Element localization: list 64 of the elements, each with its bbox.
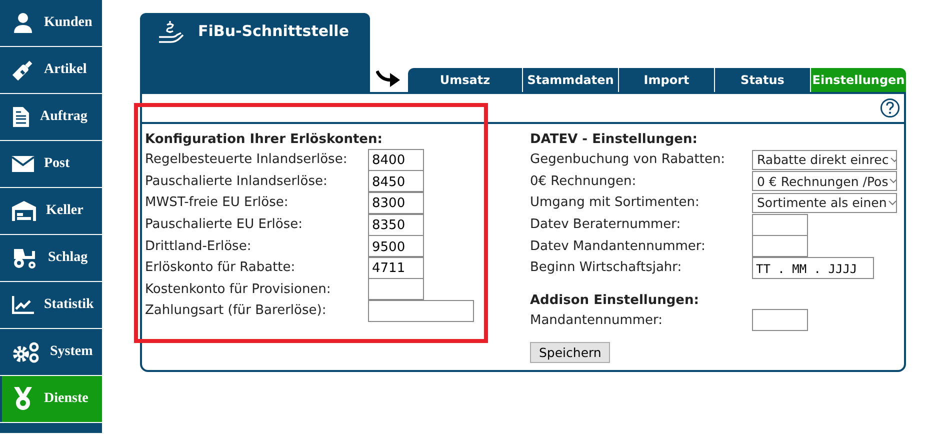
input-field[interactable]: 9500 bbox=[368, 235, 424, 258]
sidebar-item[interactable]: Statistik bbox=[0, 282, 102, 328]
dropdown[interactable]: 0 € Rechnungen /Pos bbox=[752, 171, 897, 192]
person-icon bbox=[12, 12, 34, 34]
bottle-icon bbox=[12, 59, 34, 81]
input-field[interactable]: 8450 bbox=[368, 170, 424, 192]
tab[interactable]: Einstellungen bbox=[810, 68, 906, 92]
sidebar-item[interactable]: Schlag bbox=[0, 235, 102, 281]
chevron-down-icon bbox=[888, 200, 896, 206]
dropdown[interactable]: Sortimente als einen bbox=[752, 192, 897, 213]
sidebar-item[interactable]: System bbox=[0, 329, 102, 375]
field-label: MWST-freie EU Erlöse: bbox=[145, 195, 290, 210]
panel-title: FiBu-Schnittstelle bbox=[198, 22, 349, 40]
field-label: Gegenbuchung von Rabatten: bbox=[530, 152, 726, 168]
sidebar-item[interactable]: Artikel bbox=[0, 47, 102, 93]
field-label: Erlöskonto für Rabatte: bbox=[145, 260, 296, 276]
tab[interactable]: Status bbox=[714, 68, 810, 92]
field-label: Zahlungsart (für Barerlöse): bbox=[145, 303, 328, 318]
curved-arrow-icon bbox=[376, 69, 402, 89]
section-heading: Konfiguration Ihrer Erlöskonten: bbox=[145, 131, 384, 149]
input-field[interactable]: 8350 bbox=[368, 214, 424, 236]
document-icon bbox=[12, 106, 30, 128]
field-label: Beginn Wirtschaftsjahr: bbox=[530, 260, 683, 276]
medal-icon bbox=[12, 387, 34, 411]
input-field[interactable]: 8400 bbox=[368, 148, 424, 171]
chevron-down-icon bbox=[889, 178, 896, 184]
input-field[interactable]: 4711 bbox=[368, 256, 424, 279]
field-label: Pauschalierte Inlandserlöse: bbox=[145, 174, 328, 189]
input-field[interactable]: 8300 bbox=[368, 192, 424, 214]
field-label: Regelbesteuerte Inlandserlöse: bbox=[145, 152, 348, 168]
dropdown[interactable]: Rabatte direkt einrec bbox=[752, 150, 897, 170]
chevron-down-icon bbox=[890, 156, 896, 163]
field-label: Datev Mandantennummer: bbox=[530, 238, 706, 254]
save-button[interactable]: Speichern bbox=[530, 342, 610, 364]
gears-icon bbox=[12, 341, 40, 363]
field-label: Datev Beraternummer: bbox=[530, 217, 682, 232]
field-label: 0€ Rechnungen: bbox=[530, 174, 638, 189]
line-chart-icon bbox=[12, 296, 34, 314]
section-heading: Addison Einstellungen: bbox=[530, 292, 700, 310]
input-field[interactable] bbox=[368, 300, 474, 322]
field-label: Kostenkonto für Provisionen: bbox=[145, 282, 332, 297]
sidebar-item[interactable]: Kunden bbox=[0, 0, 102, 46]
sidebar-item[interactable]: Dienste bbox=[0, 376, 102, 422]
sidebar-item[interactable]: Post bbox=[0, 141, 102, 187]
field-label: Umgang mit Sortimenten: bbox=[530, 195, 700, 210]
input-field[interactable] bbox=[752, 214, 808, 236]
help-icon[interactable] bbox=[880, 98, 900, 118]
tab[interactable]: Import bbox=[618, 68, 714, 92]
tractor-icon bbox=[12, 247, 38, 269]
sidebar-item[interactable]: Auftrag bbox=[0, 94, 102, 140]
field-label: Mandantennummer: bbox=[530, 312, 664, 328]
field-label: Drittland-Erlöse: bbox=[145, 238, 252, 254]
tab[interactable]: Stammdaten bbox=[522, 68, 618, 92]
input-field[interactable] bbox=[752, 309, 808, 332]
sidebar-item[interactable]: Keller bbox=[0, 188, 102, 234]
date-field[interactable]: TT . MM . JJJJ bbox=[752, 256, 874, 279]
tab[interactable]: Umsatz bbox=[408, 68, 522, 92]
input-field[interactable] bbox=[752, 235, 808, 258]
money-hand-icon bbox=[158, 20, 184, 44]
warehouse-icon bbox=[12, 201, 36, 221]
section-heading: DATEV - Einstellungen: bbox=[530, 131, 698, 149]
envelope-icon bbox=[12, 156, 34, 172]
input-field[interactable] bbox=[368, 278, 424, 300]
field-label: Pauschalierte EU Erlöse: bbox=[145, 217, 304, 232]
